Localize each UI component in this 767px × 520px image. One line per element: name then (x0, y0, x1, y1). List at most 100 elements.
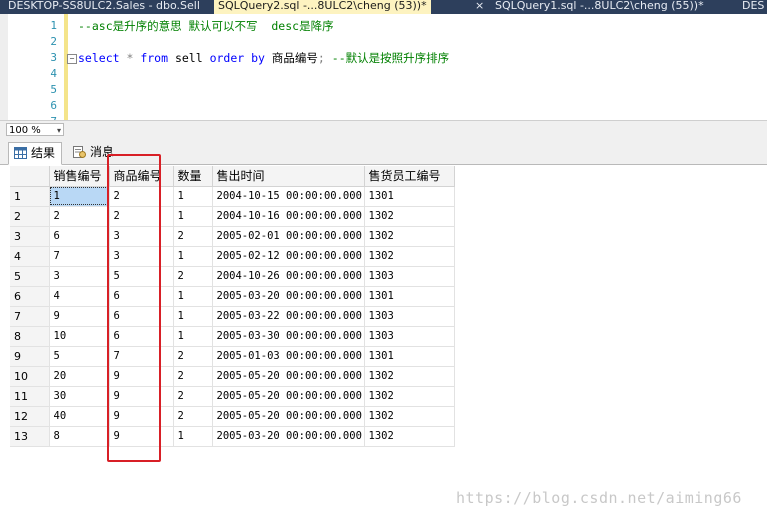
column-header[interactable]: 商品编号 (109, 166, 174, 187)
grid-cell[interactable]: 9 (49, 306, 110, 327)
grid-cell[interactable]: 1301 (364, 346, 455, 367)
tab-messages[interactable]: 消息 (68, 142, 120, 163)
grid-cell[interactable]: 2 (173, 266, 213, 287)
table-row[interactable]: 5 3 5 2 2004-10-26 00:00:00.000 1303 (10, 266, 455, 287)
table-row[interactable]: 10 20 9 2 2005-05-20 00:00:00.000 1302 (10, 366, 455, 387)
column-header[interactable]: 销售编号 (49, 166, 110, 187)
grid-cell[interactable]: 1302 (364, 246, 455, 267)
grid-cell[interactable]: 2 (173, 366, 213, 387)
grid-cell[interactable]: 1 (173, 186, 213, 207)
table-row[interactable]: 13 8 9 1 2005-03-20 00:00:00.000 1302 (10, 426, 455, 447)
grid-cell[interactable]: 1302 (364, 386, 455, 407)
collapse-region-icon[interactable]: − (67, 54, 77, 64)
grid-cell[interactable]: 2005-02-01 00:00:00.000 (212, 226, 365, 247)
row-number[interactable]: 10 (10, 366, 50, 387)
row-number[interactable]: 12 (10, 406, 50, 427)
grid-cell[interactable]: 1303 (364, 306, 455, 327)
grid-cell[interactable]: 9 (109, 386, 174, 407)
grid-cell[interactable]: 1303 (364, 326, 455, 347)
row-number[interactable]: 2 (10, 206, 50, 227)
table-row[interactable]: 12 40 9 2 2005-05-20 00:00:00.000 1302 (10, 406, 455, 427)
grid-cell[interactable]: 40 (49, 406, 110, 427)
grid-cell[interactable]: 10 (49, 326, 110, 347)
grid-cell[interactable]: 2 (109, 206, 174, 227)
grid-cell[interactable]: 2005-03-20 00:00:00.000 (212, 286, 365, 307)
grid-cell[interactable]: 6 (109, 326, 174, 347)
tab-sqlquery2[interactable]: SQLQuery2.sql -...8ULC2\cheng (53))* (214, 0, 431, 14)
grid-cell[interactable]: 9 (109, 406, 174, 427)
grid-cell[interactable]: 1301 (364, 286, 455, 307)
row-number[interactable]: 8 (10, 326, 50, 347)
row-number[interactable]: 5 (10, 266, 50, 287)
grid-cell[interactable]: 2005-05-20 00:00:00.000 (212, 386, 365, 407)
table-row[interactable]: 1 1 2 1 2004-10-15 00:00:00.000 1301 (10, 186, 455, 207)
grid-cell[interactable]: 8 (49, 426, 110, 447)
table-row[interactable]: 9 5 7 2 2005-01-03 00:00:00.000 1301 (10, 346, 455, 367)
grid-cell[interactable]: 2004-10-16 00:00:00.000 (212, 206, 365, 227)
column-header[interactable]: 售货员工编号 (364, 166, 455, 187)
grid-cell[interactable]: 2 (173, 406, 213, 427)
grid-cell[interactable]: 3 (109, 246, 174, 267)
grid-cell[interactable]: 1 (173, 326, 213, 347)
table-row[interactable]: 8 10 6 1 2005-03-30 00:00:00.000 1303 (10, 326, 455, 347)
grid-cell[interactable]: 2 (109, 186, 174, 207)
table-row[interactable]: 7 9 6 1 2005-03-22 00:00:00.000 1303 (10, 306, 455, 327)
row-number[interactable]: 13 (10, 426, 50, 447)
tab-results[interactable]: 结果 (8, 142, 63, 165)
grid-cell[interactable]: 1 (173, 246, 213, 267)
grid-cell[interactable]: 6 (109, 286, 174, 307)
grid-cell[interactable]: 4 (49, 286, 110, 307)
grid-cell[interactable]: 2005-02-12 00:00:00.000 (212, 246, 365, 267)
table-row[interactable]: 11 30 9 2 2005-05-20 00:00:00.000 1302 (10, 386, 455, 407)
close-tab-icon[interactable]: × (475, 0, 484, 12)
grid-cell[interactable]: 1 (173, 306, 213, 327)
row-number[interactable]: 3 (10, 226, 50, 247)
chevron-down-icon[interactable]: ▾ (57, 124, 61, 137)
grid-cell[interactable]: 7 (109, 346, 174, 367)
grid-cell[interactable]: 6 (109, 306, 174, 327)
grid-cell[interactable]: 1302 (364, 406, 455, 427)
row-number[interactable]: 7 (10, 306, 50, 327)
column-header[interactable]: 售出时间 (212, 166, 365, 187)
grid-cell[interactable]: 1 (173, 426, 213, 447)
grid-cell[interactable]: 3 (109, 226, 174, 247)
grid-cell[interactable]: 3 (49, 266, 110, 287)
table-row[interactable]: 3 6 3 2 2005-02-01 00:00:00.000 1302 (10, 226, 455, 247)
grid-cell[interactable]: 1 (173, 286, 213, 307)
grid-cell[interactable]: 2004-10-15 00:00:00.000 (212, 186, 365, 207)
grid-cell[interactable]: 9 (109, 366, 174, 387)
grid-cell[interactable]: 9 (109, 426, 174, 447)
zoom-select[interactable]: 100 % ▾ (6, 123, 64, 136)
grid-cell[interactable]: 1 (173, 206, 213, 227)
grid-cell[interactable]: 2005-05-20 00:00:00.000 (212, 406, 365, 427)
tab-sqlquery1[interactable]: SQLQuery1.sql -...8ULC2\cheng (55))* (495, 0, 704, 14)
table-row[interactable]: 6 4 6 1 2005-03-20 00:00:00.000 1301 (10, 286, 455, 307)
grid-cell[interactable]: 2 (173, 346, 213, 367)
grid-cell[interactable]: 7 (49, 246, 110, 267)
grid-cell[interactable]: 1302 (364, 426, 455, 447)
grid-cell[interactable]: 2 (49, 206, 110, 227)
corner-cell[interactable] (10, 166, 50, 187)
grid-cell[interactable]: 2 (173, 386, 213, 407)
column-header[interactable]: 数量 (173, 166, 213, 187)
table-row[interactable]: 2 2 2 1 2004-10-16 00:00:00.000 1302 (10, 206, 455, 227)
grid-cell[interactable]: 6 (49, 226, 110, 247)
row-number[interactable]: 1 (10, 186, 50, 207)
grid-cell[interactable]: 2005-05-20 00:00:00.000 (212, 366, 365, 387)
table-row[interactable]: 4 7 3 1 2005-02-12 00:00:00.000 1302 (10, 246, 455, 267)
grid-cell[interactable]: 30 (49, 386, 110, 407)
sql-editor[interactable]: 1 --asc是升序的意思 默认可以不写 desc是降序 2 3 − selec… (0, 14, 767, 120)
grid-cell[interactable]: 2005-03-20 00:00:00.000 (212, 426, 365, 447)
grid-cell[interactable]: 2 (173, 226, 213, 247)
grid-cell[interactable]: 1302 (364, 366, 455, 387)
grid-cell[interactable]: 5 (109, 266, 174, 287)
grid-cell[interactable]: 1302 (364, 226, 455, 247)
grid-cell[interactable]: 2005-03-30 00:00:00.000 (212, 326, 365, 347)
grid-cell[interactable]: 1 (49, 186, 110, 207)
row-number[interactable]: 9 (10, 346, 50, 367)
grid-cell[interactable]: 1302 (364, 206, 455, 227)
grid-cell[interactable]: 2005-01-03 00:00:00.000 (212, 346, 365, 367)
row-number[interactable]: 11 (10, 386, 50, 407)
tab-overflow[interactable]: DES (742, 0, 764, 14)
tab-server-table[interactable]: DESKTOP-SS8ULC2.Sales - dbo.Sell (8, 0, 200, 14)
